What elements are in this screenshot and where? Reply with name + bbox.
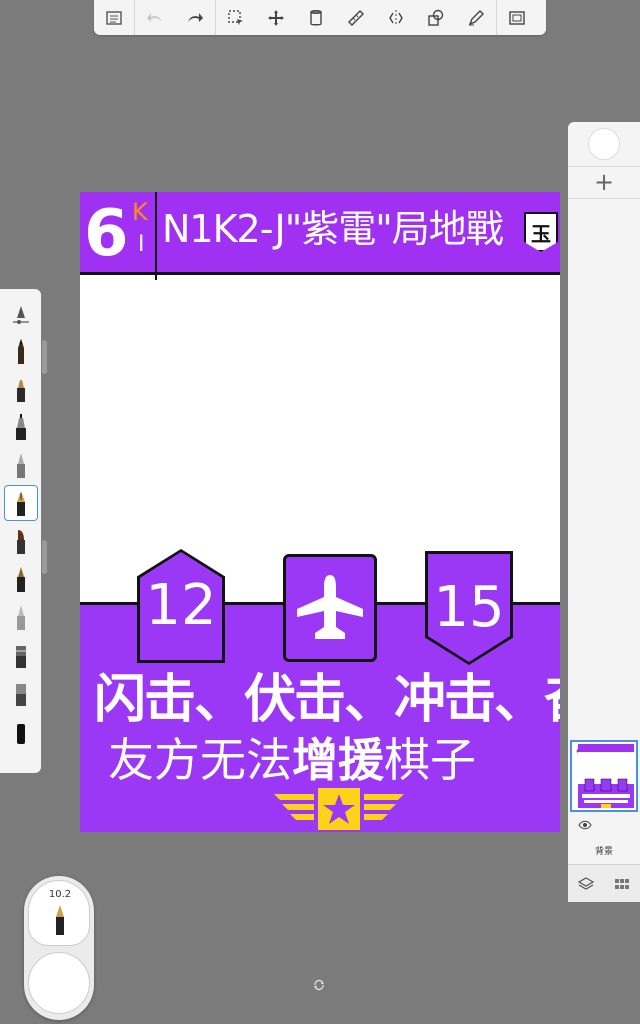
ruler-tool-button[interactable]	[336, 0, 376, 35]
eraser-icon	[16, 724, 25, 744]
brush-fountain-pen[interactable]	[4, 561, 38, 597]
brush-panel-handle[interactable]	[42, 340, 47, 374]
selection-icon	[228, 9, 243, 25]
fullscreen-icon	[509, 10, 525, 25]
brush-fine-point[interactable]	[4, 599, 38, 635]
marker-icon	[15, 414, 26, 440]
slogan-text: 闪击、伏击、冲击、奋战	[94, 670, 560, 730]
transform-tool-button[interactable]	[256, 0, 296, 35]
blender-icon	[15, 684, 26, 706]
chapter-number: 6	[84, 197, 129, 271]
ink-pen-icon	[16, 491, 25, 516]
brush-opacity-control[interactable]	[28, 952, 90, 1014]
fill-tool-button[interactable]	[296, 0, 336, 35]
symmetry-icon	[389, 9, 403, 26]
canvas-view-button[interactable]	[497, 0, 537, 35]
fine-point-icon	[16, 605, 25, 630]
brush-marker[interactable]	[4, 409, 38, 445]
brush-blender[interactable]	[4, 675, 38, 711]
star-wings-emblem	[274, 788, 404, 830]
header-divider	[155, 192, 157, 280]
top-toolbar	[94, 0, 546, 35]
layer-panel-separator	[568, 166, 640, 167]
undo-icon	[147, 12, 162, 22]
paintbrush-icon	[16, 453, 25, 478]
flat-brush-icon	[15, 646, 26, 668]
airbrush-icon	[16, 380, 25, 402]
chapter-i-label: I	[138, 232, 145, 257]
layer-thumbnail-preview	[578, 744, 634, 808]
brush-flat[interactable]	[4, 637, 38, 673]
background-layer-label[interactable]: 背景	[586, 844, 622, 857]
brush-paintbrush[interactable]	[4, 447, 38, 483]
shapes-icon	[428, 9, 444, 26]
redo-icon	[188, 12, 203, 22]
layers-icon[interactable]	[578, 876, 594, 892]
brush-chisel[interactable]	[4, 523, 38, 559]
ink-pen-icon	[56, 905, 64, 935]
move-icon	[268, 9, 284, 26]
center-token	[283, 554, 377, 662]
eye-icon[interactable]	[578, 820, 592, 830]
subtitle-post: 棋子	[384, 733, 476, 787]
brush-settings-icon	[12, 306, 29, 324]
color-swatch-button[interactable]	[588, 128, 620, 160]
layer-panel-separator	[568, 198, 640, 199]
fill-icon	[310, 9, 322, 25]
brush-size-control[interactable]: 10.2	[28, 880, 90, 946]
redo-button[interactable]	[175, 0, 215, 35]
brush-library-panel	[0, 289, 41, 773]
opacity-panel-handle[interactable]	[42, 540, 47, 574]
fountain-pen-icon	[16, 567, 25, 592]
pen-icon	[468, 9, 484, 25]
list-icon	[106, 10, 122, 25]
brush-pencil[interactable]	[4, 333, 38, 369]
pen-tool-button[interactable]	[456, 0, 496, 35]
chisel-brush-icon	[16, 530, 25, 554]
brush-airbrush[interactable]	[4, 371, 38, 407]
canvas-rotate-icon[interactable]	[312, 978, 326, 992]
brush-size-value: 10.2	[48, 889, 72, 900]
layer-thumbnail	[578, 744, 634, 808]
card-title: N1K2-J"紫電"局地戰	[162, 207, 504, 251]
layer-panel-footer	[568, 864, 640, 902]
subtitle-text: 友方无法增援棋子	[108, 732, 476, 788]
brush-ink-pen[interactable]	[3, 485, 38, 521]
brush-puck: 10.2	[24, 876, 94, 1020]
brush-settings-button[interactable]	[4, 295, 38, 331]
symmetry-tool-button[interactable]	[376, 0, 416, 35]
layer-panel: + 背景	[568, 122, 640, 902]
ruler-icon	[348, 9, 364, 26]
airplane-icon	[297, 575, 363, 639]
add-layer-button[interactable]: +	[590, 168, 618, 196]
subtitle-pre: 友方无法	[108, 733, 292, 787]
selection-tool-button[interactable]	[216, 0, 256, 35]
undo-button[interactable]	[135, 0, 175, 35]
grid-icon[interactable]	[614, 876, 630, 892]
drawing-canvas[interactable]: 6 K I N1K2-J"紫電"局地戰 玉 12 15 闪击、伏击、冲击、奋战 …	[80, 192, 560, 832]
subtitle-strong: 增援	[292, 733, 384, 787]
layer-item-artwork[interactable]	[570, 740, 638, 812]
chapter-k-label: K	[132, 198, 148, 226]
menu-list-button[interactable]	[94, 0, 134, 35]
brush-eraser[interactable]	[4, 713, 38, 749]
pencil-icon	[17, 339, 24, 364]
shapes-tool-button[interactable]	[416, 0, 456, 35]
header-underline	[80, 272, 560, 275]
